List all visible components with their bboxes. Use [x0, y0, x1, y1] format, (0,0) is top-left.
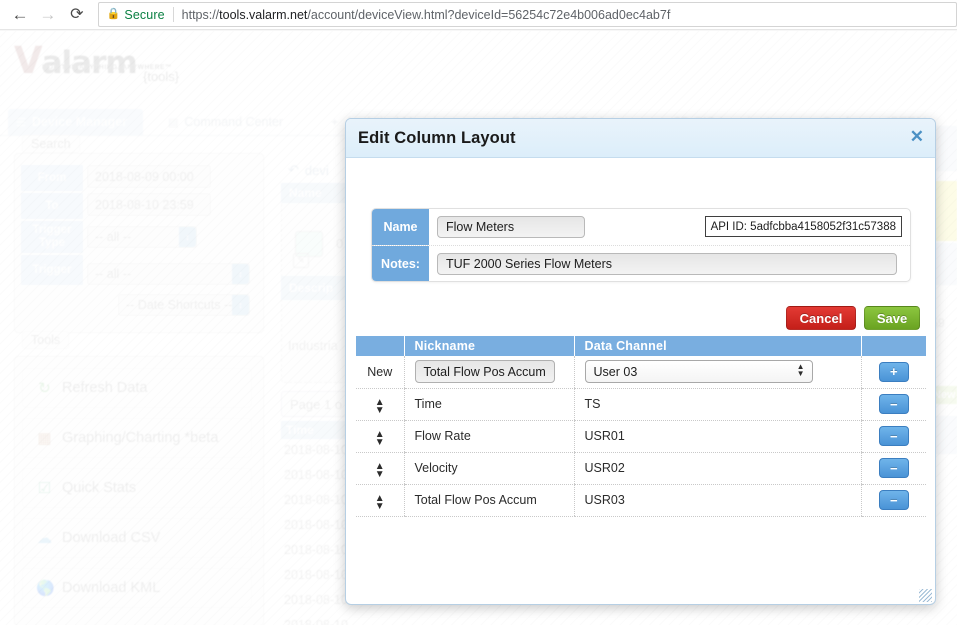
- row-action-cell: −: [860, 452, 926, 485]
- columns-table-header-row: Nickname Data Channel: [356, 336, 926, 356]
- new-nickname-input[interactable]: Total Flow Pos Accum: [414, 360, 555, 384]
- notes-row: Notes: TUF 2000 Series Flow Meters: [372, 245, 910, 281]
- remove-column-button[interactable]: −: [878, 426, 909, 446]
- sort-handle-icon[interactable]: ▲ ▼: [375, 397, 385, 415]
- table-row: ▲ ▼ Total Flow Pos Accum USR03 −: [356, 484, 926, 517]
- row-drag-handle-cell: ▲ ▼: [356, 452, 404, 485]
- table-row: ▲ ▼ Time TS −: [356, 388, 926, 421]
- modal-body: Name Flow Meters API ID: 5adfcbba4158052…: [346, 158, 935, 605]
- remove-column-button[interactable]: −: [878, 458, 909, 478]
- columns-table: Nickname Data Channel New Total Flow Pos…: [356, 336, 926, 517]
- row-action-cell: −: [860, 388, 926, 421]
- chrome-shadow: [0, 29, 957, 31]
- column-header-handle: [356, 336, 405, 356]
- new-nickname-cell: Total Flow Pos Accum: [403, 356, 574, 389]
- back-icon[interactable]: ←: [6, 1, 34, 29]
- close-icon[interactable]: ✕: [910, 128, 924, 145]
- url-scheme: https://: [181, 7, 220, 22]
- new-column-row: New Total Flow Pos Accum User 03 ▲ ▼ +: [356, 356, 926, 389]
- new-row-label: New: [356, 356, 404, 389]
- url-host: tools.valarm.net: [219, 7, 308, 22]
- row-drag-handle-cell: ▲ ▼: [356, 388, 404, 421]
- table-row: ▲ ▼ Flow Rate USR01 −: [356, 420, 926, 453]
- url-path: /account/deviceView.html?deviceId=56254c…: [307, 7, 671, 22]
- edit-column-layout-modal: Edit Column Layout ✕ Name Flow Meters AP…: [345, 118, 936, 605]
- row-data-channel: USR03: [573, 484, 861, 517]
- row-nickname: Flow Rate: [403, 420, 574, 453]
- column-header-data-channel: Data Channel: [574, 336, 862, 356]
- row-drag-handle-cell: ▲ ▼: [356, 420, 404, 453]
- new-data-channel-cell: User 03 ▲ ▼: [573, 356, 861, 389]
- column-header-nickname: Nickname: [404, 336, 575, 356]
- remove-column-button[interactable]: −: [878, 490, 909, 510]
- row-action-cell: −: [860, 420, 926, 453]
- row-drag-handle-cell: ▲ ▼: [356, 484, 404, 517]
- row-action-cell: −: [860, 484, 926, 517]
- sort-handle-icon[interactable]: ▲ ▼: [375, 429, 385, 447]
- app-root: ← → ⟳ 🔒 Secure https://tools.valarm.net/…: [0, 0, 957, 625]
- layout-form-card: Name Flow Meters API ID: 5adfcbba4158052…: [371, 208, 911, 282]
- select-spinner-icon: ▲ ▼: [796, 362, 805, 379]
- omnibox-divider: [172, 7, 174, 22]
- new-data-channel-value: User 03: [593, 364, 638, 379]
- table-row: ▲ ▼ Velocity USR02 −: [356, 452, 926, 485]
- row-data-channel: USR01: [573, 420, 861, 453]
- row-data-channel: USR02: [573, 452, 861, 485]
- new-data-channel-select[interactable]: User 03 ▲ ▼: [584, 360, 813, 384]
- add-column-button[interactable]: +: [878, 361, 909, 382]
- forward-icon[interactable]: →: [34, 1, 62, 29]
- api-id-display: API ID: 5adfcbba4158052f31c57388: [704, 216, 902, 237]
- secure-label: Secure: [124, 7, 165, 22]
- save-button[interactable]: Save: [864, 306, 920, 330]
- remove-column-button[interactable]: −: [878, 394, 909, 414]
- sort-handle-icon[interactable]: ▲ ▼: [375, 461, 385, 479]
- column-header-actions: [861, 336, 926, 356]
- modal-title: Edit Column Layout: [358, 128, 516, 147]
- row-data-channel: TS: [573, 388, 861, 421]
- url-text: https://tools.valarm.net/account/deviceV…: [182, 8, 671, 22]
- sort-handle-icon[interactable]: ▲ ▼: [375, 493, 385, 511]
- lock-icon: 🔒: [106, 8, 121, 20]
- modal-header: Edit Column Layout ✕: [346, 119, 935, 158]
- name-row: Name Flow Meters API ID: 5adfcbba4158052…: [372, 209, 910, 245]
- name-input[interactable]: Flow Meters: [437, 216, 585, 238]
- name-label: Name: [372, 209, 429, 245]
- row-nickname: Total Flow Pos Accum: [403, 484, 574, 517]
- cancel-button[interactable]: Cancel: [786, 306, 856, 330]
- notes-label: Notes:: [372, 246, 429, 281]
- row-nickname: Velocity: [403, 452, 574, 485]
- reload-icon[interactable]: ⟳: [63, 1, 91, 29]
- modal-resize-handle[interactable]: [919, 589, 932, 602]
- row-nickname: Time: [403, 388, 574, 421]
- browser-toolbar: ← → ⟳ 🔒 Secure https://tools.valarm.net/…: [0, 0, 957, 29]
- new-row-action-cell: +: [860, 356, 926, 389]
- notes-input[interactable]: TUF 2000 Series Flow Meters: [437, 252, 897, 275]
- address-bar[interactable]: 🔒 Secure https://tools.valarm.net/accoun…: [97, 2, 957, 27]
